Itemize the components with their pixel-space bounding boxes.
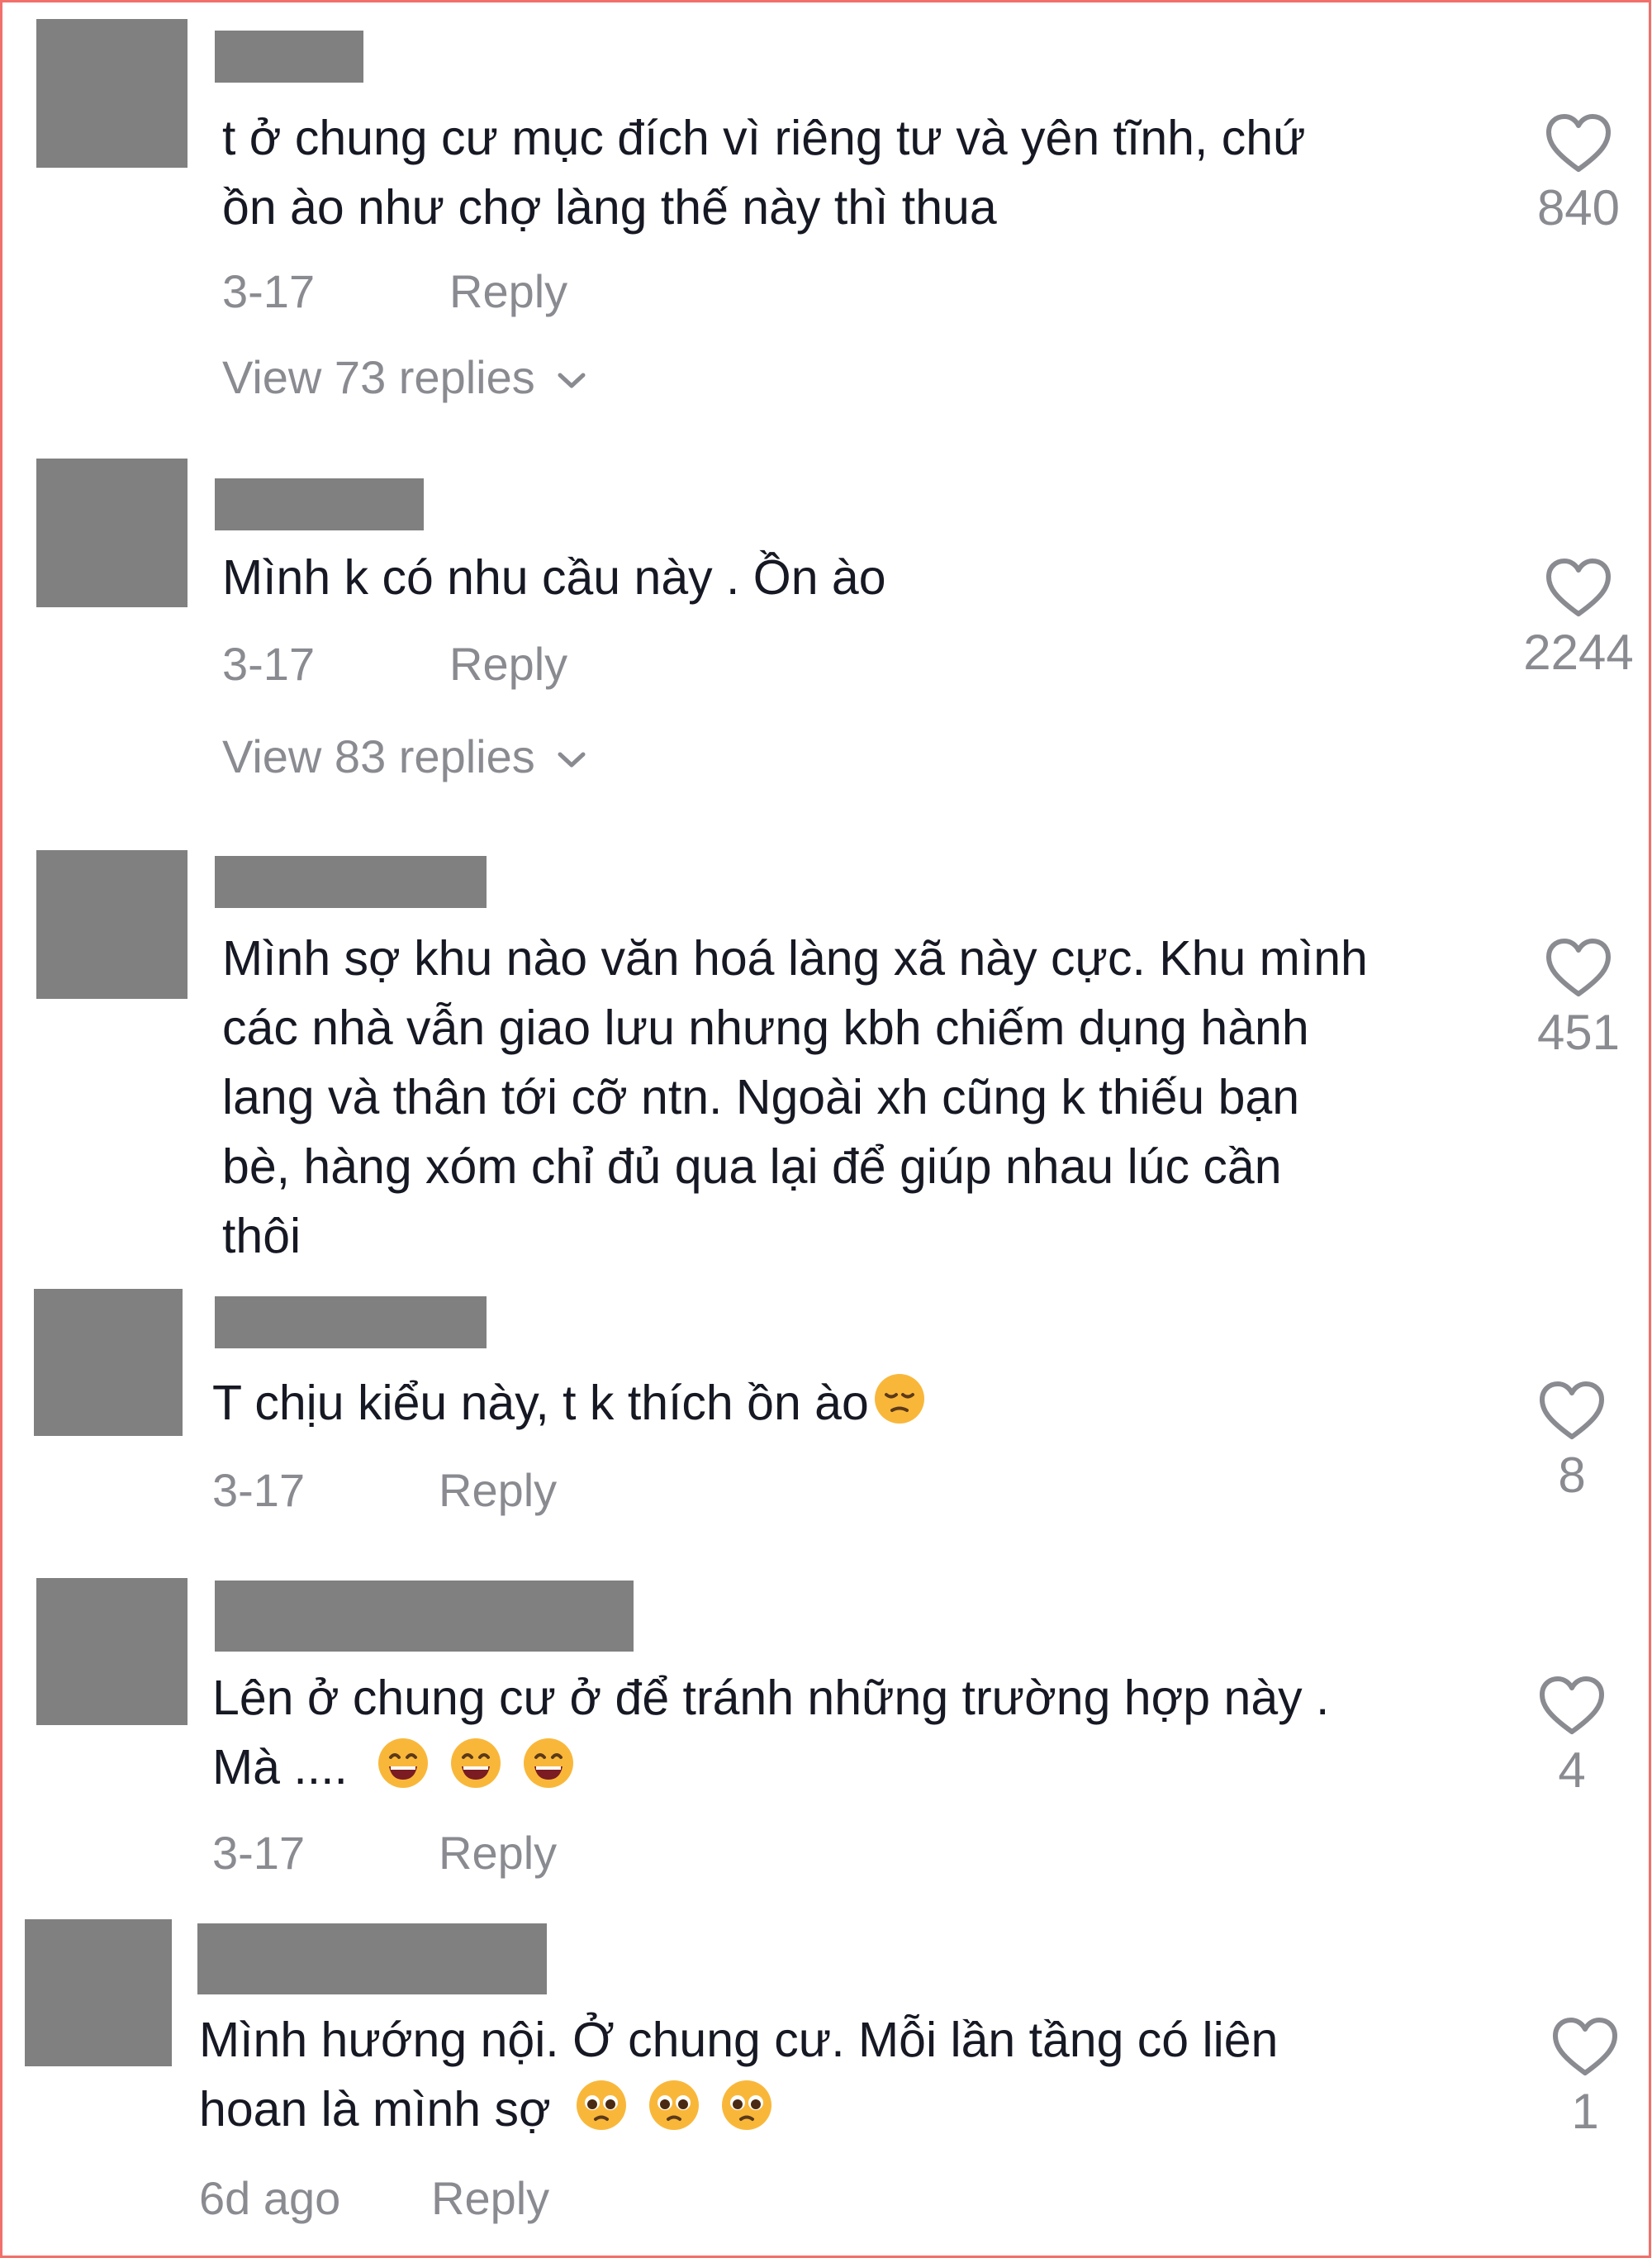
- pleading-face-emoji: [719, 2078, 774, 2151]
- username-redacted[interactable]: [215, 31, 363, 83]
- like-count: 8: [1558, 1447, 1586, 1503]
- comment-line-text: T chịu kiểu này, t k thích ồn ào: [212, 1376, 869, 1430]
- avatar[interactable]: [36, 19, 188, 168]
- heart-outline-icon[interactable]: [1539, 1381, 1605, 1442]
- like-control: 4: [1498, 1676, 1646, 1799]
- comment-date: 3-17: [222, 265, 316, 317]
- grinning-face-emoji: [376, 1736, 430, 1809]
- avatar[interactable]: [36, 1578, 188, 1725]
- comment-date: 3-17: [222, 638, 316, 690]
- avatar[interactable]: [25, 1919, 172, 2066]
- comment-date: 6d ago: [199, 2172, 341, 2224]
- username-redacted[interactable]: [197, 1923, 547, 1994]
- username-redacted[interactable]: [215, 478, 424, 530]
- like-count: 451: [1536, 1005, 1621, 1060]
- like-count: 2244: [1523, 625, 1634, 680]
- reply-button[interactable]: Reply: [449, 265, 567, 318]
- heart-outline-icon[interactable]: [1552, 2017, 1618, 2078]
- reply-button[interactable]: Reply: [449, 638, 567, 691]
- pensive-face-emoji: [872, 1371, 927, 1444]
- view-replies-label: View 73 replies: [222, 351, 535, 403]
- comment-text: T chịu kiểu này, t k thích ồn ào: [212, 1368, 1484, 1444]
- comment-line-text: Mà ....: [212, 1740, 348, 1795]
- comment-line: t ở chung cư mục đích vì riêng tư và yên…: [222, 111, 1306, 165]
- avatar[interactable]: [36, 459, 188, 607]
- reply-button[interactable]: Reply: [439, 1827, 557, 1880]
- like-control: 8: [1498, 1381, 1646, 1505]
- username-redacted[interactable]: [215, 1296, 487, 1348]
- comment-text: t ở chung cư mục đích vì riêng tư và yên…: [222, 103, 1494, 242]
- comment-line: bè, hàng xóm chỉ đủ qua lại để giúp nhau…: [222, 1139, 1282, 1194]
- heart-outline-icon[interactable]: [1539, 1676, 1605, 1737]
- chevron-down-icon: [558, 373, 586, 388]
- heart-outline-icon[interactable]: [1545, 558, 1612, 619]
- avatar[interactable]: [34, 1289, 183, 1436]
- comment-line: Mình k có nhu cầu này . Ồn ào: [222, 550, 886, 605]
- heart-outline-icon[interactable]: [1545, 113, 1612, 174]
- comment-date: 3-17: [212, 1827, 306, 1879]
- chevron-down-icon: [558, 752, 586, 768]
- comment-line: Lên ở chung cư ở để tránh những trường h…: [212, 1671, 1330, 1725]
- grinning-face-emoji: [449, 1736, 503, 1809]
- comment-text: Lên ở chung cư ở để tránh những trường h…: [212, 1663, 1484, 1809]
- comment-date: 3-17: [212, 1464, 306, 1516]
- view-replies-label: View 83 replies: [222, 730, 535, 782]
- username-redacted[interactable]: [215, 856, 487, 908]
- comment-list: t ở chung cư mục đích vì riêng tư và yên…: [0, 0, 1651, 2258]
- like-control: 840: [1504, 113, 1652, 237]
- comment-line: thôi: [222, 1209, 301, 1263]
- like-count: 1: [1571, 2084, 1599, 2139]
- comment-line: các nhà vẫn giao lưu nhưng kbh chiếm dụn…: [222, 1001, 1309, 1055]
- grinning-face-emoji: [521, 1736, 576, 1809]
- username-redacted[interactable]: [215, 1581, 634, 1652]
- comment-line: lang và thân tới cỡ ntn. Ngoài xh cũng k…: [222, 1070, 1300, 1124]
- like-control: 2244: [1504, 558, 1652, 682]
- pleading-face-emoji: [647, 2078, 701, 2151]
- comment-text: Mình k có nhu cầu này . Ồn ào: [222, 543, 1494, 612]
- like-count: 4: [1558, 1742, 1586, 1798]
- avatar[interactable]: [36, 850, 188, 999]
- view-replies-button[interactable]: View 73 replies: [222, 351, 588, 404]
- comment-line: Mình sợ khu nào văn hoá làng xã này cực.…: [222, 931, 1368, 986]
- like-count: 840: [1536, 180, 1621, 235]
- comment-line: ồn ào như chợ làng thế này thì thua: [222, 180, 997, 235]
- comment-line: Mình hướng nội. Ở chung cư. Mỗi lần tầng…: [199, 2013, 1279, 2067]
- reply-button[interactable]: Reply: [439, 1464, 557, 1517]
- like-control: 1: [1511, 2017, 1652, 2141]
- comment-line: Mà ....: [212, 1733, 1484, 1809]
- view-replies-button[interactable]: View 83 replies: [222, 730, 588, 783]
- comment-text: Mình hướng nội. Ở chung cư. Mỗi lần tầng…: [199, 2005, 1471, 2151]
- reply-button[interactable]: Reply: [431, 2172, 549, 2225]
- comment-line-text: hoan là mình sợ: [199, 2082, 551, 2137]
- like-control: 451: [1504, 938, 1652, 1062]
- pleading-face-emoji: [574, 2078, 629, 2151]
- comment-line: T chịu kiểu này, t k thích ồn ào: [212, 1368, 1484, 1444]
- heart-outline-icon[interactable]: [1545, 938, 1612, 999]
- comment-line: hoan là mình sợ: [199, 2075, 1471, 2151]
- comment-text: Mình sợ khu nào văn hoá làng xã này cực.…: [222, 924, 1494, 1271]
